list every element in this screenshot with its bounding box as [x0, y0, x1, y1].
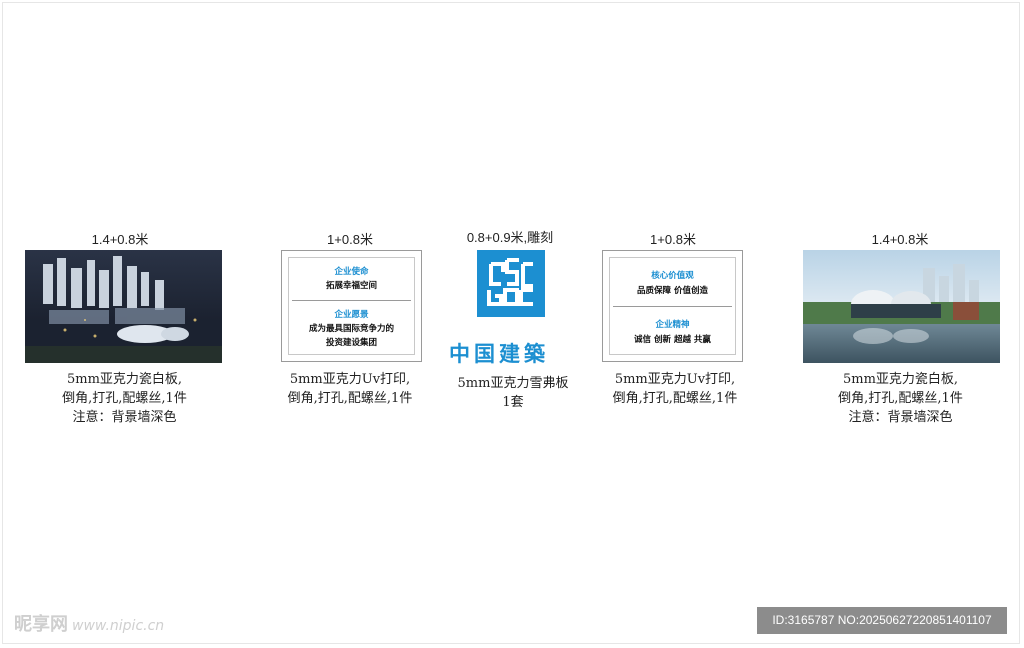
- panel-1-desc-line-2: 倒角,打孔,配螺丝,1件: [62, 391, 187, 406]
- panel-1-desc-line-3: 注意：背景墙深色: [72, 410, 177, 425]
- panel-5-desc-line-1: 5mm亚克力瓷白板,: [842, 372, 959, 387]
- vision-title: 企业愿景: [334, 310, 369, 320]
- panel-1-desc-line-1: 5mm亚克力瓷白板,: [66, 372, 183, 387]
- panel-4-size: 1+0.8米: [650, 232, 696, 247]
- panel-4-desc-line-1: 5mm亚克力Uv打印,: [614, 372, 736, 387]
- panel-5-size: 1.4+0.8米: [871, 232, 929, 247]
- panel-3-size: 0.8+0.9米,雕刻: [466, 230, 554, 245]
- card-divider: [292, 300, 411, 301]
- mission-vision-card: 企业使命 拓展幸福空间 企业愿景 成为最具国际竞争力的 投资建设集团: [281, 250, 422, 362]
- panel-2-desc-line-2: 倒角,打孔,配螺丝,1件: [287, 391, 413, 406]
- panel-3-desc-line-2: 1套: [502, 395, 524, 410]
- panel-5-desc-line-2: 倒角,打孔,配螺丝,1件: [838, 391, 963, 406]
- panel-5-waterfront-render-image: [803, 250, 1000, 363]
- spirit-text: 诚信 创新 超越 共赢: [634, 335, 711, 345]
- panel-3-description: 5mm亚克力雪弗板 1套: [430, 374, 596, 412]
- vision-text-line-1: 成为最具国际竞争力的: [308, 324, 394, 334]
- image-id-bar: ID:3165787 NO:20250627220851401107: [757, 607, 1007, 634]
- panel-1-aerial-render-image: [25, 250, 222, 363]
- cscec-logo-icon: [477, 250, 545, 317]
- panel-3-desc-line-1: 5mm亚克力雪弗板: [457, 376, 569, 391]
- vision-text-line-2: 投资建设集团: [325, 338, 377, 348]
- panel-4-desc-line-2: 倒角,打孔,配螺丝,1件: [612, 391, 738, 406]
- core-values-title: 核心价值观: [651, 271, 694, 281]
- panel-5-description: 5mm亚克力瓷白板, 倒角,打孔,配螺丝,1件 注意：背景墙深色: [798, 370, 1003, 427]
- mission-text: 拓展幸福空间: [325, 281, 377, 291]
- company-wordmark: 中国建築: [449, 342, 549, 366]
- nipic-watermark: 昵享网 www.nipic.cn: [14, 610, 164, 636]
- panel-1-description: 5mm亚克力瓷白板, 倒角,打孔,配螺丝,1件 注意：背景墙深色: [22, 370, 227, 427]
- card-divider: [613, 306, 732, 307]
- panel-2-desc-line-1: 5mm亚克力Uv打印,: [289, 372, 411, 387]
- core-values-text: 品质保障 价值创造: [637, 286, 708, 296]
- panel-4-description: 5mm亚克力Uv打印, 倒角,打孔,配螺丝,1件: [575, 370, 775, 408]
- values-spirit-card: 核心价值观 品质保障 价值创造 企业精神 诚信 创新 超越 共赢: [602, 250, 743, 362]
- watermark-site: www.nipic.cn: [72, 618, 165, 634]
- spirit-title: 企业精神: [655, 320, 690, 330]
- panel-2-size: 1+0.8米: [327, 232, 373, 247]
- panel-5-desc-line-3: 注意：背景墙深色: [848, 410, 953, 425]
- watermark-brand: 昵享网: [14, 614, 68, 635]
- panel-1-size: 1.4+0.8米: [91, 232, 149, 247]
- mission-title: 企业使命: [334, 267, 369, 277]
- panel-2-description: 5mm亚克力Uv打印, 倒角,打孔,配螺丝,1件: [250, 370, 450, 408]
